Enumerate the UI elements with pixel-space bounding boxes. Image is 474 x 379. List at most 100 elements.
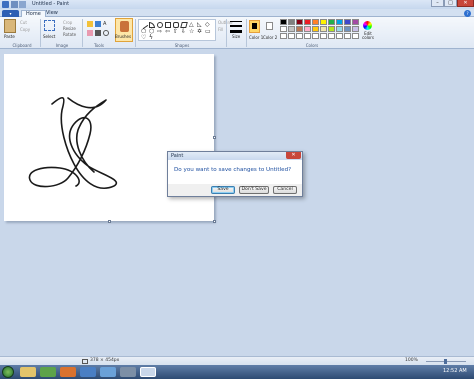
resize-handle-bottom[interactable] — [108, 220, 111, 223]
color1-selector[interactable] — [249, 20, 260, 33]
app-taskbar-icon[interactable] — [40, 367, 56, 377]
cut-button[interactable]: Cut — [20, 20, 27, 25]
resize-button[interactable]: Resize — [63, 26, 76, 31]
edit-colors-button[interactable]: Edit colors — [361, 32, 375, 40]
paint-taskbar-icon[interactable] — [140, 367, 156, 377]
color-swatch[interactable] — [344, 26, 351, 32]
heart-shape-icon[interactable]: ♡ — [141, 35, 147, 41]
color-swatch[interactable] — [352, 19, 359, 25]
taskbar: 12:52 AM — [0, 365, 474, 379]
color-swatch[interactable] — [304, 33, 311, 39]
color-swatch[interactable] — [280, 19, 287, 25]
canvas-size-readout: 378 × 454px — [90, 358, 120, 363]
paste-icon[interactable] — [4, 19, 16, 33]
color-swatch[interactable] — [328, 19, 335, 25]
start-button[interactable] — [2, 366, 14, 378]
fill-icon[interactable] — [95, 21, 101, 27]
pencil-icon[interactable] — [87, 21, 93, 27]
up-arrow-shape-icon[interactable]: ⇧ — [173, 29, 179, 35]
crop-button[interactable]: Crop — [63, 20, 72, 25]
copy-button[interactable]: Copy — [20, 27, 30, 32]
color2-selector[interactable] — [266, 22, 273, 30]
color-swatch[interactable] — [320, 26, 327, 32]
dialog-close-button[interactable]: ✕ — [286, 152, 301, 159]
close-button[interactable]: ✕ — [457, 0, 474, 7]
right-arrow-shape-icon[interactable]: ⇨ — [157, 29, 163, 35]
shapes-gallery[interactable]: △ ◺ ◇ ⬠ ⬡ ⇨ ⇦ ⇧ ⇩ ☆ ✡ ▭ ♡ ϟ — [138, 19, 216, 41]
media-taskbar-icon[interactable] — [60, 367, 76, 377]
help-icon[interactable]: ? — [464, 10, 471, 17]
dialog-message: Do you want to save changes to Untitled? — [174, 167, 292, 173]
lightning-shape-icon[interactable]: ϟ — [149, 35, 155, 41]
magnifier-icon[interactable] — [103, 30, 109, 36]
status-bar: 378 × 454px 100% — [0, 356, 474, 365]
program-taskbar-icon[interactable] — [120, 367, 136, 377]
select-icon[interactable] — [44, 20, 55, 31]
fill-dropdown[interactable]: Fill — [218, 27, 223, 32]
image-group-label: Image — [55, 43, 69, 48]
cancel-button[interactable]: Cancel — [273, 186, 297, 194]
save-button[interactable]: Save — [211, 186, 235, 194]
separator — [226, 19, 227, 47]
callout-shape-icon[interactable]: ▭ — [205, 29, 211, 35]
resize-handle-corner[interactable] — [213, 220, 216, 223]
resize-handle-right[interactable] — [213, 136, 216, 139]
color-swatch[interactable] — [304, 26, 311, 32]
color-swatch[interactable] — [312, 26, 319, 32]
color-swatch[interactable] — [328, 33, 335, 39]
separator — [135, 19, 136, 47]
explorer-taskbar-icon[interactable] — [20, 367, 36, 377]
separator — [246, 19, 247, 47]
color-swatch[interactable] — [304, 19, 311, 25]
program-taskbar-icon[interactable] — [80, 367, 96, 377]
color-swatch[interactable] — [280, 33, 287, 39]
rotate-button[interactable]: Rotate — [63, 32, 76, 37]
color-swatch[interactable] — [352, 26, 359, 32]
color-swatch[interactable] — [320, 19, 327, 25]
clipboard-group-label: Clipboard — [12, 43, 32, 48]
title-bar: Untitled - Paint – □ ✕ — [0, 0, 474, 9]
left-arrow-shape-icon[interactable]: ⇦ — [165, 29, 171, 35]
brush-icon — [120, 21, 129, 32]
color-swatch[interactable] — [296, 26, 303, 32]
color-swatch[interactable] — [336, 19, 343, 25]
color-swatch[interactable] — [288, 19, 295, 25]
color-swatch[interactable] — [296, 33, 303, 39]
undo-quick-icon[interactable] — [19, 1, 26, 8]
tab-view[interactable]: View — [42, 10, 62, 17]
color-swatch[interactable] — [328, 26, 335, 32]
edit-colors-icon[interactable] — [363, 21, 372, 30]
color-swatch[interactable] — [336, 33, 343, 39]
down-arrow-shape-icon[interactable]: ⇩ — [181, 29, 187, 35]
color-swatch[interactable] — [344, 33, 351, 39]
text-icon[interactable]: A — [103, 21, 109, 27]
size-button[interactable]: Size — [232, 34, 240, 39]
zoom-slider-thumb[interactable] — [444, 359, 447, 364]
color-swatch[interactable] — [320, 33, 327, 39]
select-button[interactable]: Select — [43, 34, 55, 39]
program-taskbar-icon[interactable] — [100, 367, 116, 377]
eraser-icon[interactable] — [87, 30, 93, 36]
color-swatch[interactable] — [336, 26, 343, 32]
color-swatch[interactable] — [288, 33, 295, 39]
paste-button[interactable]: Paste — [4, 34, 15, 39]
save-quick-icon[interactable] — [11, 1, 18, 8]
size-icon[interactable] — [230, 20, 242, 34]
color-swatch[interactable] — [352, 33, 359, 39]
color-picker-icon[interactable] — [95, 30, 101, 36]
color-swatch[interactable] — [344, 19, 351, 25]
canvas-workspace — [0, 50, 474, 356]
color-swatch[interactable] — [296, 19, 303, 25]
color-swatch[interactable] — [312, 19, 319, 25]
colors-group-label: Colors — [305, 43, 319, 48]
dont-save-button[interactable]: Don't Save — [239, 186, 269, 194]
star-six-shape-icon[interactable]: ✡ — [197, 29, 203, 35]
color-swatch[interactable] — [280, 26, 287, 32]
maximize-button[interactable]: □ — [444, 0, 457, 7]
color-swatch[interactable] — [288, 26, 295, 32]
paint-menu-button[interactable]: ▾ — [2, 10, 19, 17]
paint-app-icon — [2, 1, 9, 8]
minimize-button[interactable]: – — [431, 0, 444, 7]
star-shape-icon[interactable]: ☆ — [189, 29, 195, 35]
color-swatch[interactable] — [312, 33, 319, 39]
